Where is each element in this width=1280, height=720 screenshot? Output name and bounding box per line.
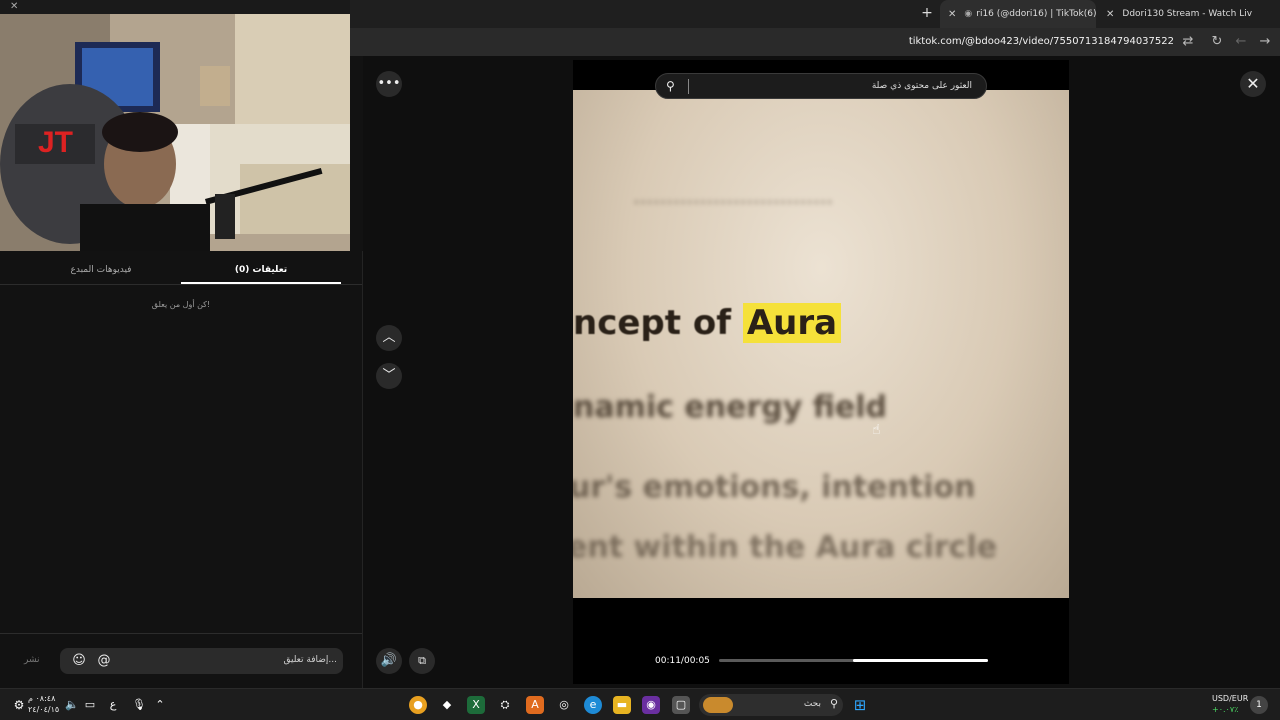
- forward-icon[interactable]: →: [1257, 34, 1273, 49]
- video-blur-text: …………………………: [633, 185, 833, 209]
- system-clock[interactable]: ٠٨:٤٨ م ٢٤/٠٤/١٥: [28, 693, 59, 715]
- webcam-overlay: JT: [0, 14, 350, 251]
- new-tab-button[interactable]: +: [918, 5, 936, 21]
- notification-badge[interactable]: 1: [1250, 696, 1268, 714]
- headline-prefix: ncept of: [573, 303, 743, 343]
- app-icon-1[interactable]: ●: [409, 696, 427, 714]
- tab-creator-videos[interactable]: فيديوهات المبدع: [21, 265, 181, 275]
- app-icon-2[interactable]: ◆: [438, 696, 456, 714]
- caret: [688, 79, 689, 94]
- tray-expand-icon[interactable]: ⌃: [151, 696, 169, 714]
- browser-tab-stream[interactable]: ✕ Ddori130 Stream - Watch Live o: [1098, 0, 1252, 28]
- video-blur-line-1: namic energy field: [573, 390, 888, 425]
- microphone-icon[interactable]: 🎙: [130, 696, 148, 714]
- tab-title: ri16 (@ddori16) | TikTok(6): [976, 9, 1096, 19]
- speaker-icon[interactable]: 🔈: [63, 696, 81, 714]
- empty-comments-message: كن أول من يعلق!: [151, 300, 211, 309]
- windows-start-icon[interactable]: ⊞: [851, 696, 869, 714]
- search-placeholder: العثور على محتوى ذي صلة: [871, 81, 972, 91]
- file-explorer-icon[interactable]: ▬: [613, 696, 631, 714]
- url-text[interactable]: tiktok.com/@bdoo423/video/75507131847940…: [909, 36, 1174, 47]
- video-player[interactable]: ………………………… ncept of Aura namic energy fi…: [573, 60, 1069, 684]
- emoji-icon[interactable]: ☺: [71, 653, 87, 669]
- comment-placeholder: إضافة تعليق...: [283, 655, 337, 665]
- reload-icon[interactable]: ↻: [1209, 34, 1225, 49]
- tab-comments[interactable]: (0) تعليقات: [181, 265, 341, 275]
- webcam-titlebar: ✕: [0, 0, 350, 14]
- excel-icon[interactable]: X: [467, 696, 485, 714]
- taskbar-search[interactable]: بحث ⚲: [699, 694, 843, 716]
- back-icon[interactable]: ←: [1233, 34, 1249, 49]
- app-icon-5[interactable]: A: [526, 696, 544, 714]
- previous-video-button[interactable]: ︿: [376, 325, 402, 351]
- video-frame: ………………………… ncept of Aura namic energy fi…: [573, 90, 1069, 598]
- app-icon-10[interactable]: ▢: [672, 696, 690, 714]
- currency-widget[interactable]: USD/EUR +٠.٠٧٪: [1212, 693, 1248, 715]
- divider: [0, 633, 362, 634]
- language-indicator[interactable]: ع: [104, 696, 122, 714]
- tab-audio-icon: ◉: [964, 9, 973, 19]
- post-button[interactable]: نشر: [24, 655, 40, 665]
- volume-button[interactable]: 🔊: [376, 648, 402, 674]
- related-search-bar[interactable]: ⚲ العثور على محتوى ذي صلة: [655, 73, 987, 99]
- clock-time: ٠٨:٤٨ م: [28, 694, 56, 703]
- currency-label: USD/EUR: [1212, 694, 1249, 703]
- close-video-button[interactable]: ✕: [1240, 71, 1266, 97]
- pip-button[interactable]: ⧉: [409, 648, 435, 674]
- site-settings-icon[interactable]: ⇄: [1180, 34, 1196, 49]
- svg-text:JT: JT: [38, 126, 73, 159]
- tab-title: Ddori130 Stream - Watch Live o: [1122, 9, 1252, 19]
- video-headline: ncept of Aura: [573, 303, 842, 343]
- webcam-feed-image: JT: [0, 14, 350, 251]
- windows-taskbar: [0, 688, 1280, 720]
- comments-panel: (0) تعليقات فيديوهات المبدع كن أول من يع…: [0, 251, 363, 688]
- currency-change: +٠.٠٧٪: [1212, 705, 1239, 714]
- close-icon[interactable]: ✕: [10, 1, 18, 12]
- more-options-button[interactable]: •••: [376, 71, 402, 97]
- close-tab-icon[interactable]: ✕: [1106, 9, 1114, 20]
- search-icon: ⚲: [829, 697, 838, 710]
- mention-icon[interactable]: @: [96, 653, 112, 669]
- video-blur-line-2: ur's emotions, intention: [573, 470, 976, 505]
- taskbar-search-label: بحث: [803, 699, 821, 709]
- progress-fill: [853, 659, 988, 662]
- steam-icon[interactable]: ⛭: [496, 696, 514, 714]
- mouse-cursor-icon: ☝: [872, 422, 881, 438]
- network-icon[interactable]: ▭: [81, 696, 99, 714]
- clock-date: ٢٤/٠٤/١٥: [28, 705, 60, 714]
- browser-tab-tiktok[interactable]: ✕ ◉ ri16 (@ddori16) | TikTok(6) ♪: [940, 0, 1096, 28]
- next-video-button[interactable]: ﹀: [376, 363, 402, 389]
- video-time: 00:11/00:05: [655, 656, 710, 666]
- search-icon: ⚲: [666, 79, 675, 93]
- headline-highlight: Aura: [742, 303, 842, 343]
- edge-icon[interactable]: e: [584, 696, 602, 714]
- weather-icon[interactable]: ⚙: [10, 696, 28, 714]
- browser-icon[interactable]: ◉: [642, 696, 660, 714]
- app-icon-6[interactable]: ◎: [555, 696, 573, 714]
- close-tab-icon[interactable]: ✕: [948, 9, 956, 20]
- divider: [0, 284, 362, 285]
- video-blur-line-3: ent within the Aura circle: [573, 530, 998, 565]
- search-highlight-image: [703, 697, 733, 713]
